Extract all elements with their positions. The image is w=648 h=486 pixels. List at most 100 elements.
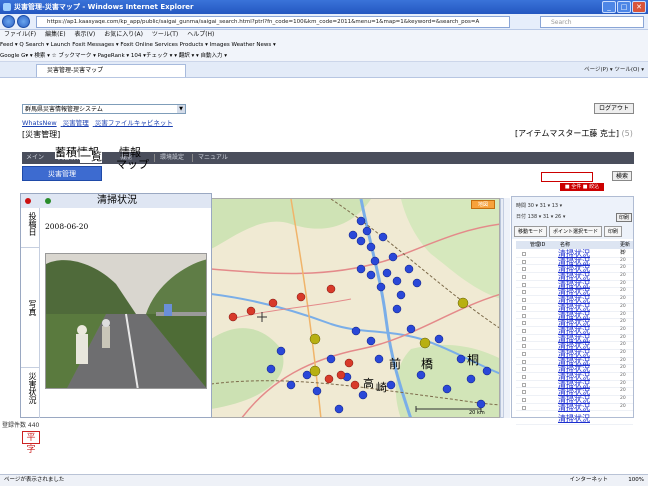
nav-settings[interactable]: 環境設定: [160, 152, 184, 164]
filter-row-time[interactable]: 時間 30 ▾ 31 ▾ 13 ▾: [516, 202, 562, 209]
row-checkbox[interactable]: [522, 313, 526, 318]
user-name: [アイテムマスター工藤 克士]: [515, 129, 619, 138]
forward-icon[interactable]: [17, 15, 30, 28]
tab-tools[interactable]: ページ(P) ▾ ツール(O) ▾: [584, 65, 644, 73]
close-button[interactable]: ✕: [632, 1, 646, 13]
table-row[interactable]: 清掃状況 20: [516, 403, 633, 412]
zoom-level[interactable]: 100%: [628, 475, 644, 486]
map-search-button[interactable]: 検索: [612, 171, 632, 181]
minimize-button[interactable]: _: [602, 1, 616, 13]
result-panel: 時間 30 ▾ 31 ▾ 13 ▾ 日付 138 ▾ 31 ▾ 26 ▾ 印刷 …: [511, 196, 634, 426]
link-disaster-management[interactable]: 災害管理: [63, 119, 89, 127]
link-file-cabinet[interactable]: 災害ファイルキャビネット: [95, 119, 173, 127]
row-updated: 20: [620, 396, 626, 402]
row-updated: 20: [620, 373, 626, 378]
link-whatsnew[interactable]: WhatsNew: [22, 119, 57, 127]
row-checkbox[interactable]: [522, 252, 526, 256]
row-checkbox[interactable]: [522, 375, 526, 379]
google-toolbar[interactable]: Google G▾ ▾ 検索 ▾ ☆ ブックマーク ▾ PageRank ▾ 1…: [0, 51, 648, 62]
row-updated: 20: [620, 334, 626, 340]
menu-help[interactable]: ヘルプ(H): [187, 31, 214, 38]
row-updated: 20: [620, 296, 626, 302]
row-name-link[interactable]: 清掃状況: [558, 415, 590, 423]
panel-scrollbar[interactable]: [503, 198, 510, 418]
overlay-label-list: 一覧: [80, 150, 102, 163]
print-button[interactable]: 印刷: [616, 213, 632, 222]
row-checkbox[interactable]: [522, 351, 526, 356]
url-input[interactable]: https://ap1.kaasyaqe.com/kp_app/public/s…: [36, 16, 510, 28]
map-city-label: 橋: [421, 357, 434, 371]
row-checkbox[interactable]: [522, 382, 526, 387]
nav-main[interactable]: メイン: [26, 152, 44, 164]
nav-manual[interactable]: マニュアル: [198, 152, 228, 164]
column-header-name: 名称: [560, 242, 571, 248]
function-menu-button[interactable]: 災害管理: [22, 166, 102, 181]
map-city-label: 崎: [376, 381, 387, 394]
window-title-bar: 災害管理-災害マップ - Windows Internet Explorer: [0, 0, 648, 14]
row-updated: 20: [620, 388, 626, 394]
row-checkbox[interactable]: [522, 367, 526, 372]
table-row[interactable]: 清掃状況: [516, 411, 633, 426]
nav-separator: [192, 154, 193, 162]
pin-icon[interactable]: [45, 198, 51, 204]
map-city-label: 前: [389, 357, 402, 371]
row-updated: 20: [620, 319, 626, 325]
status-bar: ページが表示されました インターネット 100%: [0, 474, 648, 486]
tab-disaster-map[interactable]: 災害管理-災害マップ: [36, 64, 186, 77]
row-checkbox[interactable]: [522, 290, 526, 295]
close-icon[interactable]: [25, 198, 31, 204]
row-checkbox[interactable]: [522, 267, 526, 272]
stamp: 平字: [22, 431, 40, 455]
feed-toolbar[interactable]: Feed ▾ Q Search ▾ Launch Foxit Messages …: [0, 40, 648, 51]
row-checkbox[interactable]: [522, 298, 526, 303]
menu-tools[interactable]: ツール(T): [152, 31, 178, 38]
row-checkbox[interactable]: [522, 405, 526, 410]
row-updated: 20: [620, 326, 626, 332]
date-label: 投稿日: [28, 212, 37, 236]
row-updated: 20: [620, 257, 626, 263]
row-checkbox[interactable]: [522, 390, 526, 395]
row-checkbox[interactable]: [522, 305, 526, 310]
maximize-button[interactable]: □: [617, 1, 631, 13]
search-input[interactable]: Search: [540, 16, 644, 28]
condition-label-cell: 災害状況: [21, 368, 40, 418]
row-checkbox[interactable]: [522, 398, 526, 403]
map-canvas[interactable]: 前 橋 桐 高 崎 20 km: [210, 198, 500, 418]
row-updated: 20: [620, 403, 626, 409]
move-mode-button[interactable]: 移動モード: [514, 226, 548, 237]
table-header: 管理ID 名称 更新日: [516, 241, 633, 256]
date-label-cell: 投稿日: [21, 208, 40, 248]
menu-favorites[interactable]: お気に入り(A): [104, 31, 143, 38]
row-checkbox[interactable]: [522, 359, 526, 364]
row-checkbox[interactable]: [522, 336, 526, 341]
window-title: 災害管理-災害マップ - Windows Internet Explorer: [14, 3, 194, 11]
post-date: 2008-06-20: [45, 222, 89, 231]
menu-edit[interactable]: 編集(E): [45, 31, 65, 38]
row-updated: 20: [620, 342, 626, 348]
row-checkbox[interactable]: [522, 328, 526, 333]
back-icon[interactable]: [2, 15, 15, 28]
menu-file[interactable]: ファイル(F): [4, 31, 36, 38]
filter-row-date[interactable]: 日付 138 ▾ 31 ▾ 26 ▾: [516, 213, 565, 220]
row-checkbox[interactable]: [522, 275, 526, 280]
map-search-input[interactable]: [541, 172, 593, 182]
row-updated: 20: [620, 311, 626, 317]
window-controls: _ □ ✕: [602, 1, 646, 13]
map-type-control[interactable]: 地図: [471, 200, 495, 209]
map-city-label: 桐: [467, 353, 480, 367]
popup-title: 清掃状況: [97, 195, 137, 206]
filter-toggle[interactable]: ■ 全件 ■ 絞込: [560, 183, 604, 191]
system-select[interactable]: 群馬県災害情報管理システム ▼: [22, 104, 186, 114]
mode-buttons: 移動モード ポイント選択モード 印刷: [514, 226, 623, 237]
logout-button[interactable]: ログアウト: [594, 103, 634, 114]
row-checkbox[interactable]: [522, 344, 526, 349]
point-select-mode-button[interactable]: ポイント選択モード: [549, 226, 603, 237]
photo-label-cell: 写真: [21, 248, 40, 368]
row-checkbox[interactable]: [522, 282, 526, 287]
popup-header: 清掃状況: [21, 194, 211, 208]
row-checkbox[interactable]: [522, 259, 526, 264]
menu-bar: ファイル(F) 編集(E) 表示(V) お気に入り(A) ツール(T) ヘルプ(…: [0, 30, 648, 40]
row-checkbox[interactable]: [522, 321, 526, 326]
print-mode-button[interactable]: 印刷: [604, 226, 623, 237]
menu-view[interactable]: 表示(V): [74, 31, 95, 38]
